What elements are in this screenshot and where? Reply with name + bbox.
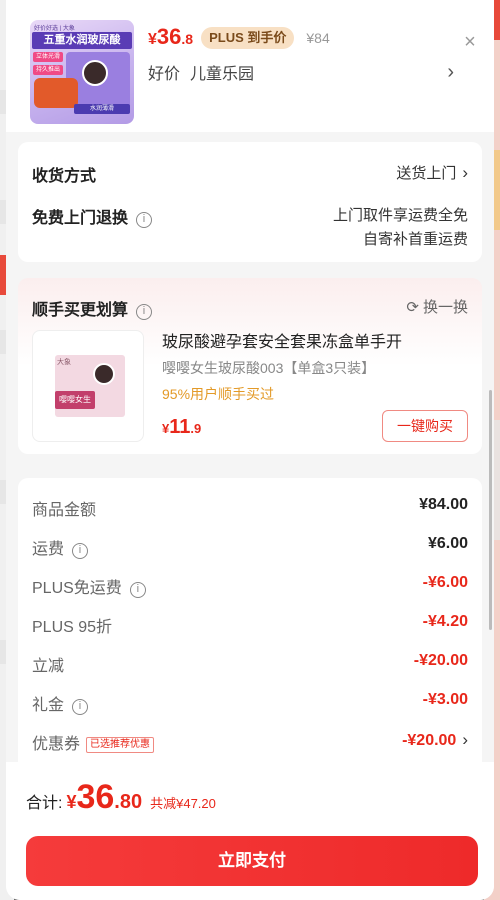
summary-row: PLUS免运费 i -¥6.00: [32, 570, 468, 598]
plus-price-badge: PLUS 到手价: [201, 27, 295, 49]
checkout-sheet: 好价好选 | 大象 五重水润玻尿酸 立体光滑 持久推出 水润薄滑 ¥36.8 P…: [6, 0, 494, 900]
addon-card: 顺手买更划算 i ⟳ 换一换 大象 嘤嘤女生 玻尿酸避孕套安全套果冻盒单手开 嘤嘤女…: [18, 278, 482, 454]
price-summary-card: 商品金额 ¥84.00 运费 i ¥6.00 PLUS免运费 i -¥6.00 PL…: [18, 478, 482, 778]
current-price: ¥36.8: [148, 24, 194, 49]
addon-rate-text: 95%用户顺手买过: [162, 386, 275, 402]
info-icon[interactable]: i: [136, 212, 153, 228]
close-icon[interactable]: ×: [458, 30, 482, 54]
scrollbar[interactable]: [489, 390, 492, 630]
addon-product-spec: 嘤嘤女生玻尿酸003【单盒3只装】: [162, 360, 376, 376]
summary-label: 礼金 i: [32, 691, 89, 715]
return-label-text: 免费上门退换: [32, 210, 129, 227]
addon-product-thumbnail[interactable]: 大象 嘤嘤女生: [32, 330, 144, 442]
delivery-method-text: 送货上门: [396, 165, 457, 182]
chevron-right-icon: ›: [462, 163, 468, 182]
total-price: ¥36.80: [66, 778, 143, 816]
return-value-line2: 自寄补首重运费: [362, 231, 468, 248]
summary-row: 立减 -¥20.00: [32, 648, 468, 676]
total-label: 合计:: [26, 795, 63, 812]
product-header: 好价好选 | 大象 五重水润玻尿酸 立体光滑 持久推出 水润薄滑 ¥36.8 P…: [6, 0, 494, 132]
summary-row: PLUS 95折 -¥4.20: [32, 609, 468, 637]
summary-value: ¥84.00: [419, 496, 468, 513]
addon-title: 顺手买更划算 i: [32, 296, 153, 320]
thumbnail-tag: 持久推出: [33, 65, 64, 75]
shop-row[interactable]: 好价 儿童乐园: [148, 60, 448, 84]
info-icon[interactable]: i: [72, 543, 89, 559]
summary-value: -¥20.00: [413, 652, 468, 669]
total-savings: 共减¥47.20: [150, 796, 216, 811]
summary-label: 商品金额: [32, 502, 97, 519]
addon-product-name[interactable]: 玻尿酸避孕套安全套果冻盒单手开: [162, 328, 402, 352]
thumbnail-top-text: 好价好选 | 大象: [34, 26, 75, 31]
swap-button[interactable]: ⟳ 换一换: [406, 296, 468, 317]
coupon-tag: 已选推荐优惠: [86, 737, 155, 753]
summary-row: 商品金额 ¥84.00: [32, 492, 468, 520]
thumbnail-food-image: [34, 78, 78, 108]
chevron-right-icon: ›: [462, 730, 468, 749]
addon-thumbnail-logo: [93, 363, 115, 385]
pay-now-button[interactable]: 立即支付: [26, 836, 478, 886]
thumbnail-title: 五重水润玻尿酸: [32, 32, 132, 49]
checkout-footer: 合计: ¥36.80 共减¥47.20 立即支付: [6, 762, 494, 900]
shop-tag: 好价: [148, 66, 181, 83]
return-value-line1: 上门取件享运费全免: [332, 207, 468, 224]
info-icon[interactable]: i: [72, 699, 89, 715]
summary-label: PLUS免运费 i: [32, 574, 146, 598]
thumbnail-brand-logo: [82, 60, 108, 86]
summary-label: 立减: [32, 658, 65, 675]
delivery-method-value[interactable]: 送货上门 ›: [396, 162, 468, 183]
shop-name: 儿童乐园: [190, 66, 255, 83]
info-icon[interactable]: i: [129, 582, 146, 598]
summary-label: PLUS 95折: [32, 619, 113, 636]
original-price: ¥84: [306, 30, 330, 46]
summary-value: -¥6.00: [422, 574, 468, 591]
delivery-method-label: 收货方式: [32, 168, 97, 185]
swap-label: 换一换: [422, 299, 468, 316]
addon-thumbnail-band: 嘤嘤女生: [55, 391, 95, 409]
summary-row: 礼金 i -¥3.00: [32, 687, 468, 715]
summary-row: 运费 i ¥6.00: [32, 531, 468, 559]
summary-value: -¥3.00: [422, 691, 468, 708]
return-label: 免费上门退换 i: [32, 204, 153, 228]
addon-price: ¥11.9: [162, 416, 202, 438]
thumbnail-tag: 立体光滑: [33, 52, 64, 62]
summary-value: ¥6.00: [427, 535, 468, 552]
one-click-buy-button[interactable]: 一键购买: [382, 410, 468, 442]
summary-value: -¥4.20: [422, 613, 468, 630]
summary-label: 运费 i: [32, 535, 89, 559]
summary-value: -¥20.00 ›: [402, 730, 468, 749]
delivery-card: 收货方式 送货上门 › 免费上门退换 i 上门取件享运费全免 自寄补首重运费: [18, 142, 482, 262]
coupon-row[interactable]: 优惠券 已选推荐优惠 -¥20.00 ›: [32, 726, 468, 754]
chevron-right-icon[interactable]: ›: [447, 60, 454, 84]
return-value: 上门取件享运费全免 自寄补首重运费: [333, 204, 468, 252]
total-row: 合计: ¥36.80 共减¥47.20: [26, 778, 216, 822]
price-row: ¥36.8 PLUS 到手价 ¥84: [148, 24, 330, 52]
addon-title-text: 顺手买更划算: [32, 302, 129, 319]
product-thumbnail[interactable]: 好价好选 | 大象 五重水润玻尿酸 立体光滑 持久推出 水润薄滑: [30, 20, 134, 124]
summary-label: 优惠券 已选推荐优惠: [32, 730, 155, 754]
thumbnail-bottom-text: 水润薄滑: [74, 104, 130, 114]
addon-thumbnail-brand: 大象: [57, 359, 71, 366]
info-icon[interactable]: i: [136, 304, 153, 320]
refresh-icon: ⟳: [406, 299, 419, 316]
